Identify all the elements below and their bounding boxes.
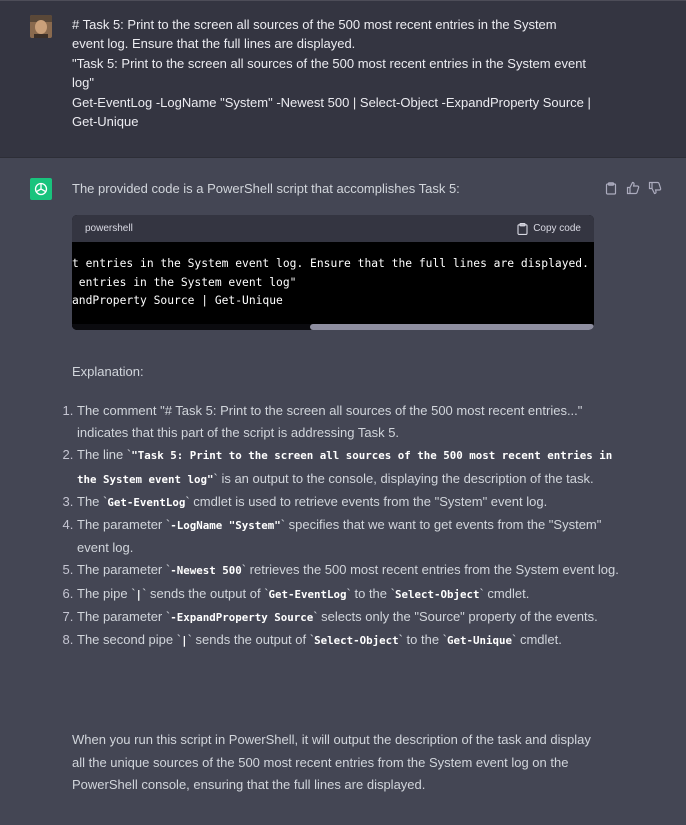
clipboard-icon[interactable]	[603, 180, 619, 196]
list-item: The comment "# Task 5: Print to the scre…	[77, 400, 622, 444]
list-text: ` sends the output of `	[142, 585, 269, 601]
inline-code: Select-Object	[394, 587, 480, 601]
inline-code: -Newest 500	[170, 564, 242, 578]
copy-code-label: Copy code	[533, 223, 581, 234]
inline-code: -LogName "System"	[170, 519, 281, 533]
list-text: The parameter `	[77, 608, 171, 624]
list-text: ` cmdlet is used to retrieve events from…	[185, 493, 548, 509]
code-line: t entries in the System event log. Ensur…	[72, 257, 589, 270]
explanation-list: The comment "# Task 5: Print to the scre…	[55, 400, 622, 652]
inline-code: Get-Unique	[447, 634, 513, 648]
assistant-summary: When you run this script in PowerShell, …	[72, 732, 591, 792]
list-item: The second pipe `|` sends the output of …	[77, 629, 622, 652]
list-item: The parameter `-LogName "System"` specif…	[77, 514, 622, 559]
code-lines: t entries in the System event log. Ensur…	[72, 255, 589, 311]
list-item: The parameter `-Newest 500` retrieves th…	[77, 559, 622, 582]
list-text: The parameter `	[77, 562, 171, 578]
list-text: The line `	[77, 447, 132, 463]
code-block: powershell Copy code t entries in the Sy…	[72, 215, 594, 330]
code-body: t entries in the System event log. Ensur…	[72, 242, 594, 330]
message-actions	[603, 180, 663, 196]
explanation-heading: Explanation:	[72, 364, 144, 379]
list-text: The `	[77, 493, 108, 509]
clipboard-icon	[517, 222, 528, 235]
list-text: ` is an output to the console, displayin…	[213, 470, 594, 486]
horizontal-scrollbar[interactable]	[72, 324, 594, 330]
list-text: ` to the `	[346, 585, 395, 601]
user-message-line: "Task 5: Print to the screen all sources…	[72, 55, 587, 91]
inline-code: Select-Object	[314, 634, 399, 648]
list-text: ` selects only the "Source" property of …	[313, 608, 598, 624]
list-text: ` cmdlet.	[479, 585, 530, 601]
list-text: ` to the `	[398, 632, 447, 648]
code-line: entries in the System event log"	[72, 275, 297, 289]
user-avatar	[30, 15, 52, 38]
code-line: andProperty Source | Get-Unique	[72, 294, 283, 308]
chatgpt-logo-icon	[30, 178, 52, 200]
code-language: powershell	[85, 223, 133, 234]
user-message-line: Get-EventLog -LogName "System" -Newest 5…	[72, 94, 591, 130]
list-text: The second pipe `	[77, 632, 182, 648]
list-text: The parameter `	[77, 517, 171, 533]
list-text: ` sends the output of `	[187, 632, 315, 648]
list-item: The parameter `-ExpandProperty Source` s…	[77, 606, 622, 629]
list-text: ` cmdlet.	[512, 632, 562, 648]
list-text: ` retrieves the 500 most recent entries …	[241, 562, 619, 578]
assistant-message: The provided code is a PowerShell script…	[0, 158, 686, 825]
user-message-text: # Task 5: Print to the screen all source…	[72, 15, 592, 131]
list-item: The line `"Task 5: Print to the screen a…	[77, 444, 622, 490]
inline-code: Get-EventLog	[268, 587, 347, 601]
inline-code: -ExpandProperty Source	[170, 610, 314, 624]
inline-code: Get-EventLog	[107, 495, 186, 509]
user-message: # Task 5: Print to the screen all source…	[0, 0, 686, 158]
list-item: The pipe `|` sends the output of `Get-Ev…	[77, 583, 622, 606]
thumbs-down-icon[interactable]	[647, 180, 663, 196]
code-header: powershell Copy code	[72, 215, 594, 242]
list-item: The `Get-EventLog` cmdlet is used to ret…	[77, 491, 622, 514]
scrollbar-thumb[interactable]	[310, 324, 594, 330]
assistant-intro: The provided code is a PowerShell script…	[72, 181, 460, 196]
user-message-line: # Task 5: Print to the screen all source…	[72, 17, 557, 52]
list-text: The comment "# Task 5: Print to the scre…	[77, 403, 583, 441]
list-text: The pipe `	[77, 585, 136, 601]
copy-code-button[interactable]: Copy code	[517, 222, 581, 235]
thumbs-up-icon[interactable]	[625, 180, 641, 196]
